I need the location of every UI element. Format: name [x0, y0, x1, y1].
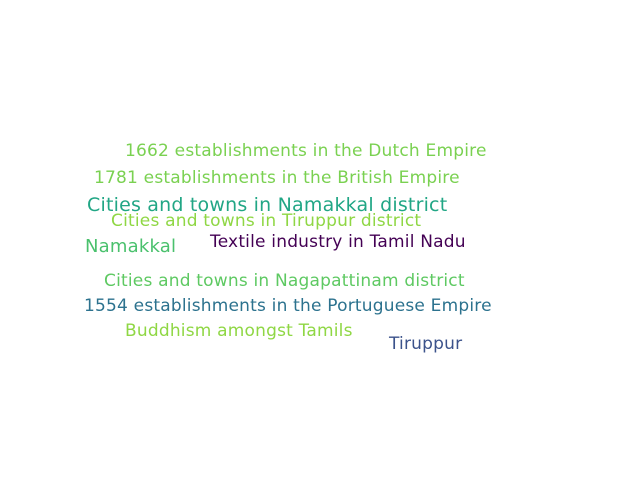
word-nagapattinam-district: Cities and towns in Nagapattinam distric…	[104, 271, 465, 291]
word-1554-portuguese-empire: 1554 establishments in the Portuguese Em…	[84, 296, 492, 316]
word-namakkal: Namakkal	[85, 236, 177, 257]
word-cloud: 1662 establishments in the Dutch Empire …	[0, 0, 640, 480]
word-tiruppur: Tiruppur	[389, 334, 463, 354]
word-1781-british-empire: 1781 establishments in the British Empir…	[94, 168, 460, 188]
word-tiruppur-district: Cities and towns in Tiruppur district	[111, 211, 422, 231]
word-buddhism-amongst-tamils: Buddhism amongst Tamils	[125, 321, 353, 341]
word-1662-dutch-empire: 1662 establishments in the Dutch Empire	[125, 141, 487, 161]
word-textile-industry: Textile industry in Tamil Nadu	[210, 232, 466, 252]
